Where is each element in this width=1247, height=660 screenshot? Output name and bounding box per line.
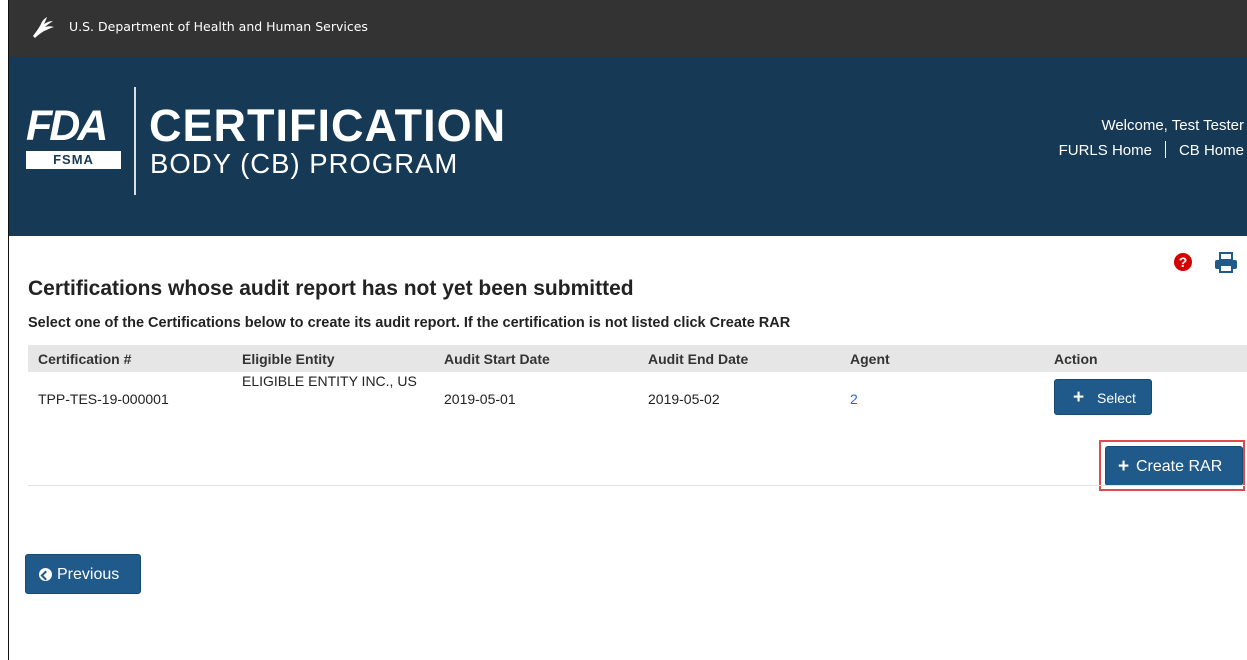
hhs-top-bar: U.S. Department of Health and Human Serv… [9, 0, 1247, 57]
program-subtitle: BODY (CB) PROGRAM [150, 148, 459, 179]
column-header-certification[interactable]: Certification # [38, 351, 131, 367]
logo-divider [134, 87, 136, 195]
previous-button[interactable]: Previous [25, 554, 141, 594]
agent-link-wrap: 2 [850, 391, 858, 407]
fda-fsma-logo: FDA FSMA [26, 102, 121, 169]
select-button[interactable]: + Select [1054, 379, 1152, 415]
welcome-text: Welcome, Test Tester [1101, 117, 1244, 134]
previous-button-label: Previous [57, 566, 120, 583]
chevron-left-circle-icon [39, 568, 52, 581]
hhs-eagle-icon [33, 17, 54, 38]
cb-home-link[interactable]: CB Home [1179, 142, 1244, 159]
audit-end-date: 2019-05-02 [648, 391, 720, 407]
help-icon[interactable]: ? [1174, 253, 1192, 271]
header-links: FURLS Home CB Home [1059, 141, 1244, 159]
instructions-text: Select one of the Certifications below t… [28, 315, 791, 331]
plus-icon: + [1073, 387, 1085, 408]
create-rar-button[interactable]: + Create RAR [1105, 446, 1243, 486]
program-banner: FDA FSMA CERTIFICATION BODY (CB) PROGRAM… [9, 57, 1247, 236]
fda-logo-text: FDA [26, 102, 108, 150]
column-header-start-date[interactable]: Audit Start Date [444, 351, 550, 367]
certification-number: TPP-TES-19-000001 [38, 391, 169, 407]
column-header-agent[interactable]: Agent [850, 351, 890, 367]
section-divider [28, 485, 1247, 486]
column-header-entity[interactable]: Eligible Entity [242, 351, 335, 367]
print-icon[interactable] [1214, 252, 1238, 273]
page-title: Certifications whose audit report has no… [28, 277, 634, 300]
table-header: Certification # Eligible Entity Audit St… [28, 345, 1247, 372]
link-separator [1164, 141, 1166, 158]
window-border [0, 0, 9, 660]
plus-icon: + [1118, 456, 1130, 477]
column-header-end-date[interactable]: Audit End Date [648, 351, 748, 367]
hhs-title: U.S. Department of Health and Human Serv… [69, 19, 368, 34]
fsma-logo-text: FSMA [26, 151, 121, 169]
audit-start-date: 2019-05-01 [444, 391, 516, 407]
program-title: CERTIFICATION [149, 100, 507, 151]
create-rar-label: Create RAR [1136, 458, 1223, 475]
select-button-label: Select [1097, 390, 1136, 406]
page: U.S. Department of Health and Human Serv… [9, 0, 1247, 660]
column-header-action: Action [1054, 351, 1098, 367]
agent-link[interactable]: 2 [850, 391, 858, 407]
furls-home-link[interactable]: FURLS Home [1059, 142, 1152, 159]
eligible-entity: ELIGIBLE ENTITY INC., US [242, 373, 417, 389]
